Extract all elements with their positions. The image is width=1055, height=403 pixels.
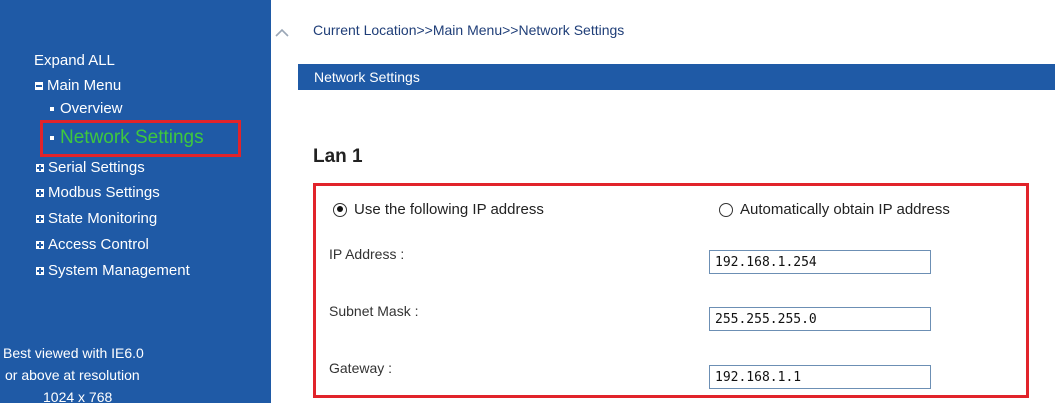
browser-note: Best viewed with IE6.0 or above at resol… [3,342,144,403]
sidebar-item-access-control[interactable]: Access Control [36,236,149,253]
sidebar-item-label: Main Menu [47,77,122,94]
expand-icon[interactable] [36,188,44,197]
expand-icon[interactable] [36,163,44,172]
chevron-up-icon[interactable] [275,28,289,38]
radio-checked-icon[interactable] [333,202,347,217]
breadcrumb: Current Location>>Main Menu>>Network Set… [313,22,625,38]
sidebar-item-modbus-settings[interactable]: Modbus Settings [36,184,160,201]
sidebar-item-main-menu[interactable]: Main Menu [35,77,121,94]
ip-address-label: IP Address : [329,246,405,262]
gateway-label: Gateway : [329,360,393,376]
page-title: Lan 1 [313,146,363,167]
subnet-mask-input[interactable] [709,307,931,331]
gateway-input[interactable] [709,365,931,389]
sidebar-item-overview[interactable]: Overview [50,100,123,117]
sidebar-item-label: Serial Settings [48,159,145,176]
network-settings-highlight [40,120,241,157]
browser-note-line: Best viewed with IE6.0 [3,345,144,361]
subnet-mask-label: Subnet Mask : [329,303,419,319]
sidebar-item-label: Modbus Settings [48,184,160,201]
sidebar-item-serial-settings[interactable]: Serial Settings [36,159,145,176]
auto-ip-label: Automatically obtain IP address [740,201,950,218]
sidebar-item-label: Access Control [48,236,149,253]
expand-icon[interactable] [36,214,44,223]
section-title: Network Settings [314,69,420,85]
sidebar-item-label: Overview [60,100,123,117]
expand-icon[interactable] [36,266,44,275]
sidebar-item-system-management[interactable]: System Management [36,262,190,279]
radio-unchecked-icon[interactable] [719,202,733,217]
manual-ip-label: Use the following IP address [354,201,544,218]
browser-note-line: 1024 x 768 [43,389,113,403]
section-header: Network Settings [298,64,1055,90]
ip-address-input[interactable] [709,250,931,274]
expand-icon[interactable] [36,240,44,249]
expand-all-link[interactable]: Expand ALL [34,52,115,69]
browser-note-line: or above at resolution [5,367,140,383]
collapse-icon[interactable] [35,81,43,90]
bullet-icon [50,106,54,111]
sidebar-item-label: State Monitoring [48,210,158,227]
manual-ip-option[interactable]: Use the following IP address [333,201,544,218]
auto-ip-option[interactable]: Automatically obtain IP address [719,201,950,218]
sidebar-item-state-monitoring[interactable]: State Monitoring [36,210,157,227]
sidebar-item-label: System Management [48,262,190,279]
sidebar: Expand ALL Main Menu Overview Network Se… [0,0,271,403]
